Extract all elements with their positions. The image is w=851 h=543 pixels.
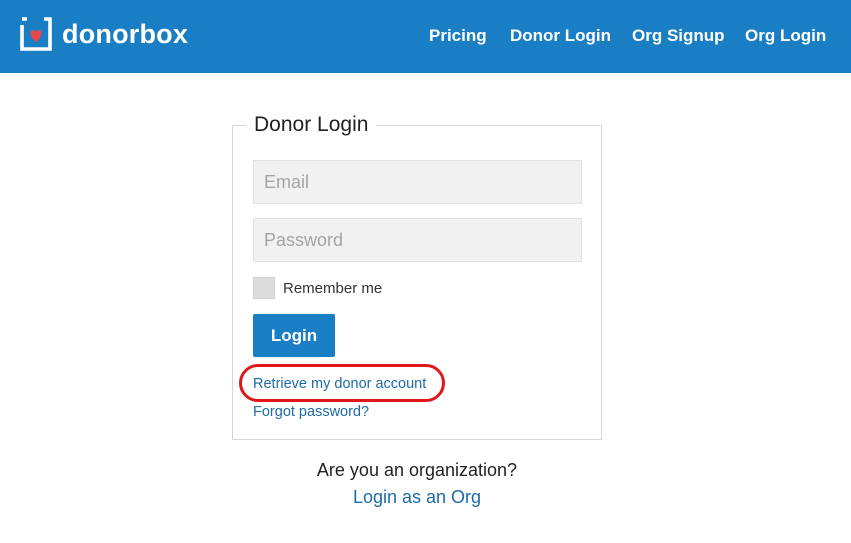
email-field[interactable] <box>253 160 582 204</box>
top-navbar: donorbox Pricing Donor Login Org Signup … <box>0 0 851 73</box>
org-login-link-row: Login as an Org <box>0 487 834 508</box>
nav-link-pricing[interactable]: Pricing <box>429 26 487 46</box>
heart-in-box-icon <box>20 17 52 51</box>
brand-name: donorbox <box>62 19 189 49</box>
password-field[interactable] <box>253 218 582 262</box>
forgot-password-link[interactable]: Forgot password? <box>253 404 369 420</box>
org-question: Are you an organization? <box>316 460 518 480</box>
retrieve-account-link[interactable]: Retrieve my donor account <box>253 376 426 392</box>
donor-login-card: Donor Login Remember me Login Retrieve m… <box>232 113 602 440</box>
card-title: Donor Login <box>246 113 377 137</box>
login-as-org-link[interactable]: Login as an Org <box>353 487 481 507</box>
remember-me-label[interactable]: Remember me <box>283 280 382 297</box>
nav-link-org-signup[interactable]: Org Signup <box>632 26 725 46</box>
nav-link-donor-login[interactable]: Donor Login <box>510 26 611 46</box>
nav-link-org-login[interactable]: Org Login <box>745 26 826 46</box>
login-button[interactable]: Login <box>253 314 335 357</box>
remember-me-checkbox[interactable] <box>253 277 275 299</box>
